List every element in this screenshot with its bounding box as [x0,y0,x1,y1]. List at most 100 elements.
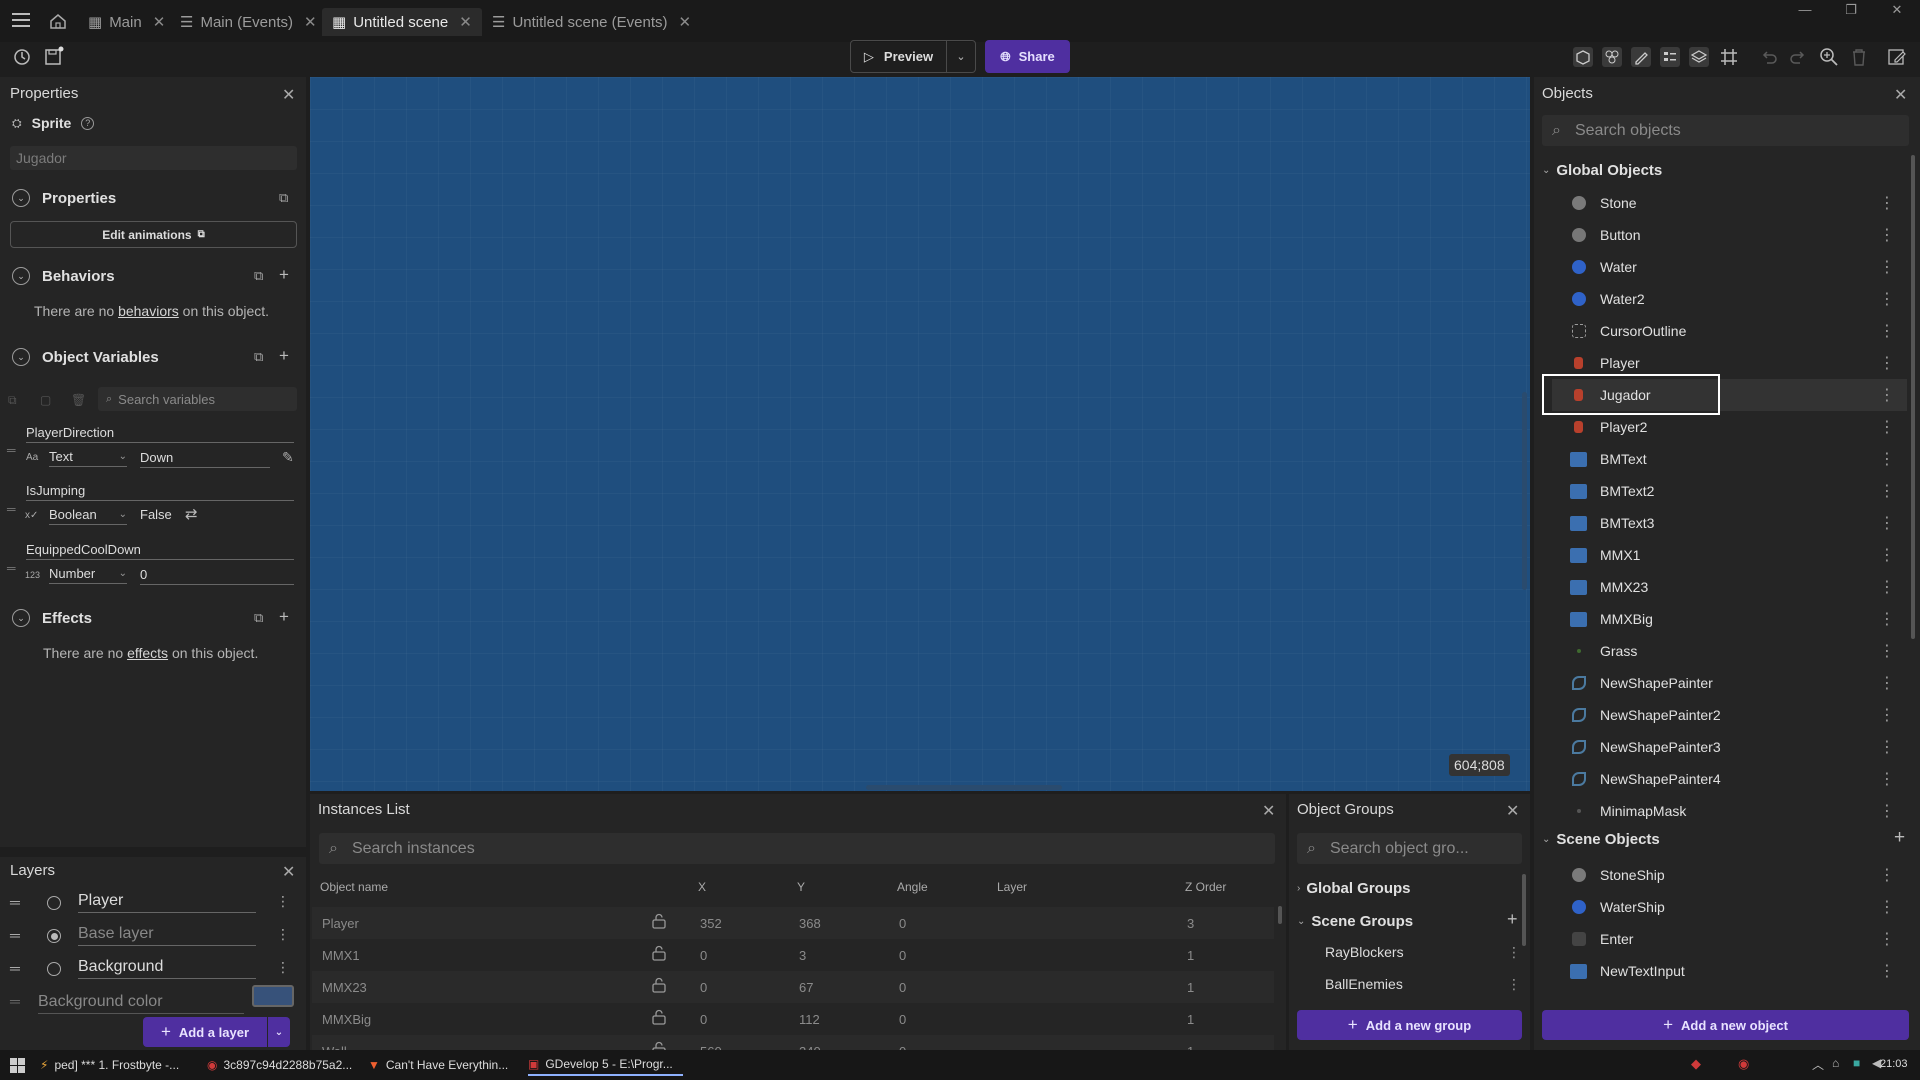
more-vertical-icon[interactable]: ⋮ [1879,577,1895,597]
undo-icon[interactable] [1758,46,1780,68]
table-row[interactable]: Player 352 368 0 3 [312,907,1274,939]
object-list-item[interactable]: MinimapMask ⋮ [1552,795,1907,827]
zoom-icon[interactable] [1818,46,1840,68]
layer-name[interactable]: Player [78,892,256,913]
drag-handle-icon[interactable]: ═ [7,561,16,575]
object-list-item[interactable]: CursorOutline ⋮ [1552,315,1907,347]
more-vertical-icon[interactable]: ⋮ [276,959,290,976]
more-vertical-icon[interactable]: ⋮ [276,926,290,943]
object-name-field[interactable]: Jugador [10,146,297,170]
close-icon[interactable]: ✕ [282,85,295,105]
more-vertical-icon[interactable]: ⋮ [276,893,290,910]
group-item[interactable]: RayBlockers [1325,944,1404,960]
paste-icon[interactable]: ▢ [40,393,51,407]
copy-icon[interactable]: ⧉ [8,393,17,408]
layer-name[interactable]: Background [78,958,256,979]
more-vertical-icon[interactable]: ⋮ [1879,545,1895,565]
grid-icon[interactable] [1718,46,1740,68]
chevron-up-icon[interactable]: ︿ [1812,1056,1824,1073]
more-vertical-icon[interactable]: ⋮ [1879,257,1895,277]
preview-button[interactable]: ▷ Preview [850,40,947,73]
tab-main-events[interactable]: ☰ Main (Events) ✕ [170,8,327,36]
object-list-item[interactable]: NewShapePainter2 ⋮ [1552,699,1907,731]
groups-scrollbar[interactable] [1522,874,1526,946]
object-list-item[interactable]: WaterShip ⋮ [1552,891,1907,923]
properties-pencil-icon[interactable] [1630,46,1652,68]
layers-icon[interactable] [1688,46,1710,68]
more-vertical-icon[interactable]: ⋮ [1879,641,1895,661]
variable-type-select[interactable]: Boolean ⌄ [49,505,127,525]
chevron-down-icon[interactable]: ⌄ [12,609,30,627]
object-list-item[interactable]: MMXBig ⋮ [1552,603,1907,635]
add-object-button[interactable]: + Add a new object [1542,1010,1909,1040]
object-list-item[interactable]: StoneShip ⋮ [1552,859,1907,891]
restore-icon[interactable]: ❐ [1828,2,1874,22]
background-color-swatch[interactable] [252,985,294,1007]
more-vertical-icon[interactable]: ⋮ [1879,929,1895,949]
variable-name[interactable]: PlayerDirection [26,425,114,440]
column-header-layer[interactable]: Layer [997,880,1027,894]
objects-scrollbar[interactable] [1911,155,1915,639]
object-list-item[interactable]: NewShapePainter3 ⋮ [1552,731,1907,763]
more-vertical-icon[interactable]: ⋮ [1879,353,1895,373]
variable-name[interactable]: EquippedCoolDown [26,542,141,557]
close-icon[interactable]: ✕ [1894,85,1907,105]
lock-open-icon[interactable] [652,1009,666,1025]
column-header-z-order[interactable]: Z Order [1185,880,1226,894]
layer-radio[interactable] [47,962,61,976]
swap-icon[interactable]: ⇄ [185,505,198,523]
effects-link[interactable]: effects [127,645,168,661]
group-item[interactable]: BallEnemies [1325,976,1403,992]
object-list-item[interactable]: BMText3 ⋮ [1552,507,1907,539]
layer-radio[interactable] [47,896,61,910]
edit-animations-button[interactable]: Edit animations ⧉ [10,221,297,248]
object-list-item[interactable]: Water2 ⋮ [1552,283,1907,315]
more-vertical-icon[interactable]: ⋮ [1879,385,1895,405]
instances-scrollbar[interactable] [1278,906,1282,924]
add-layer-dropdown-button[interactable]: ⌄ [268,1017,290,1047]
instances-list-icon[interactable] [1659,46,1681,68]
more-vertical-icon[interactable]: ⋮ [1879,225,1895,245]
effects-section-header[interactable]: ⌄ Effects [12,609,92,627]
home-icon[interactable] [49,13,67,29]
save-icon[interactable] [44,46,66,68]
trash-icon[interactable] [1848,46,1870,68]
drag-handle-icon[interactable]: ═ [10,894,20,910]
table-row[interactable]: MMX23 0 67 0 1 [312,971,1274,1003]
more-vertical-icon[interactable]: ⋮ [1879,673,1895,693]
variable-value-field[interactable]: 0 [140,567,294,585]
add-icon[interactable]: + [279,265,289,285]
search-variables-input[interactable]: ⌕ Search variables [98,387,297,411]
network-icon[interactable]: ⌂ [1832,1056,1839,1070]
table-row[interactable]: MMX1 0 3 0 1 [312,939,1274,971]
canvas-vertical-scrollbar[interactable] [1522,392,1527,590]
search-objects-input[interactable]: ⌕ Search objects [1542,115,1909,146]
menu-icon[interactable] [12,12,30,28]
properties-section-header[interactable]: ⌄ Properties [12,189,116,207]
layer-name[interactable]: Base layer [78,925,256,946]
object-list-item[interactable]: MMX1 ⋮ [1552,539,1907,571]
edit-scene-settings-icon[interactable] [1886,46,1908,68]
chevron-down-icon[interactable]: ⌄ [12,189,30,207]
tab-untitled-scene[interactable]: ▦ Untitled scene ✕ [322,8,482,36]
more-vertical-icon[interactable]: ⋮ [1879,609,1895,629]
object-list-item[interactable]: Water ⋮ [1552,251,1907,283]
object-list-item[interactable]: BMText2 ⋮ [1552,475,1907,507]
tray-app-icon[interactable]: ◉ [1738,1056,1749,1072]
close-icon[interactable]: ✕ [282,862,295,882]
object-list-item[interactable]: Player2 ⋮ [1552,411,1907,443]
column-header-y[interactable]: Y [797,880,805,894]
global-groups-header[interactable]: › Global Groups [1297,880,1411,897]
lock-open-icon[interactable] [652,945,666,961]
history-icon[interactable] [12,47,34,69]
more-vertical-icon[interactable]: ⋮ [1879,705,1895,725]
tray-app-icon[interactable]: ■ [1853,1056,1860,1070]
taskbar-app-browser[interactable]: ◉ 3c897c94d2288b75a2... [207,1054,362,1076]
global-objects-header[interactable]: ⌄ Global Objects [1542,162,1662,179]
object-list-item[interactable]: NewShapePainter4 ⋮ [1552,763,1907,795]
preview-dropdown-button[interactable]: ⌄ [947,40,976,73]
layer-row[interactable]: ═ Background ⋮ [0,953,300,986]
more-vertical-icon[interactable]: ⋮ [1507,976,1521,993]
open-external-icon[interactable]: ⧉ [279,190,288,206]
add-icon[interactable]: + [279,346,289,366]
